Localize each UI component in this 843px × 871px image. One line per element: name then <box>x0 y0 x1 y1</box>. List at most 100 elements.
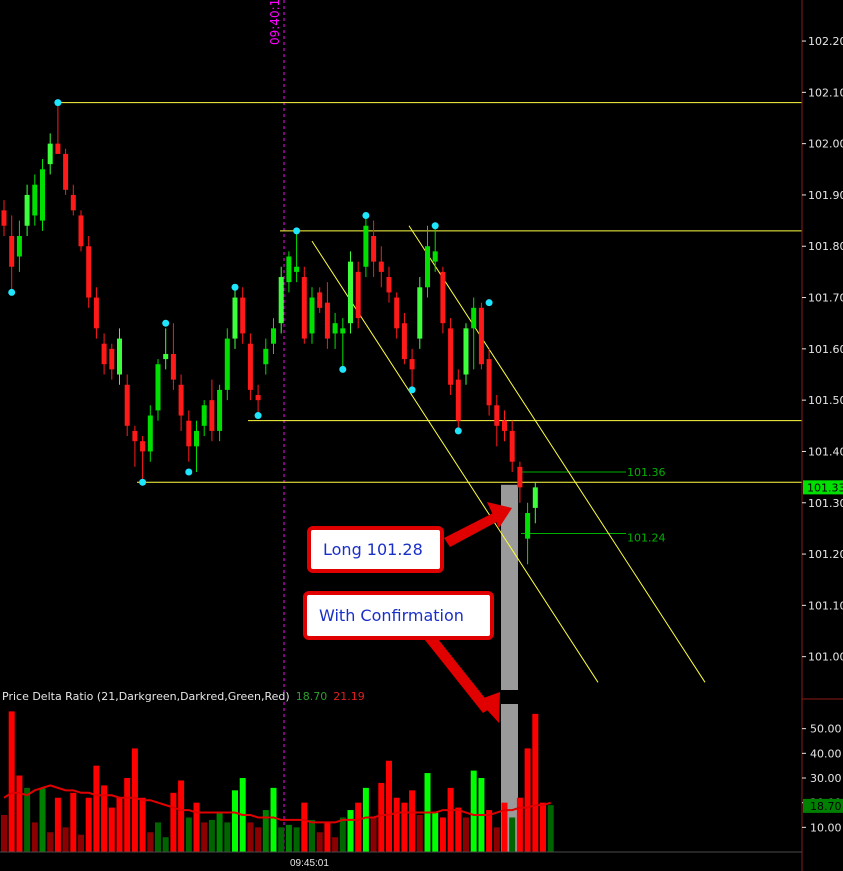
indicator-bar <box>39 787 46 852</box>
candle-body <box>186 420 192 447</box>
indicator-bar <box>24 787 31 852</box>
indicator-tick-label: 10.00 <box>810 821 842 834</box>
candle-body <box>140 441 146 452</box>
indicator-bar <box>455 807 462 852</box>
swing-point <box>293 227 301 235</box>
swing-point <box>54 99 62 107</box>
candle-body <box>70 194 76 211</box>
candle-body <box>394 297 400 329</box>
candle-body <box>132 430 138 442</box>
indicator-bar <box>516 797 523 852</box>
indicator-bar <box>47 832 54 852</box>
candle-body <box>286 256 292 283</box>
indicator-bar <box>332 837 339 852</box>
indicator-tick-label: 30.00 <box>810 772 842 785</box>
candle-body <box>417 287 423 339</box>
candle-body <box>16 235 22 257</box>
indicator-bar <box>216 812 223 852</box>
indicator-bar <box>540 802 546 852</box>
indicator-bar <box>278 827 285 852</box>
confirmation-callout-text: With Confirmation <box>319 606 464 625</box>
indicator-bar <box>532 713 539 852</box>
candle-body <box>525 513 531 539</box>
indicator-bar <box>301 802 308 852</box>
indicator-bar <box>486 810 493 852</box>
indicator-bar <box>393 797 400 852</box>
indicator-bar <box>247 822 254 852</box>
price-tick-label: 101.30 <box>808 497 843 510</box>
candle-body <box>363 225 369 267</box>
indicator-bar <box>70 792 77 852</box>
candle-body <box>471 307 477 329</box>
candle-body <box>124 384 130 426</box>
indicator-bar <box>124 778 131 852</box>
swing-point <box>339 365 347 373</box>
indicator-value-red: 21.19 <box>333 690 365 703</box>
current-price-label: 101.33 <box>807 481 843 494</box>
swing-point <box>162 319 170 327</box>
candle-body <box>440 271 446 324</box>
candle-body <box>517 466 523 488</box>
indicator-bar <box>201 822 208 852</box>
indicator-bar <box>139 797 146 852</box>
indicator-bar <box>108 807 115 852</box>
candle-body <box>401 323 407 360</box>
indicator-bar <box>78 834 84 852</box>
time-marker-label: 09:40:1 <box>268 0 282 45</box>
candle-body <box>371 235 377 262</box>
candle-body <box>178 384 184 416</box>
candle-body <box>78 215 84 247</box>
indicator-bar <box>547 805 554 852</box>
candle-body <box>9 235 15 267</box>
candle-body <box>101 343 107 365</box>
candle-body <box>163 353 169 360</box>
long-callout: Long 101.28 <box>307 526 444 573</box>
indicator-bar <box>116 797 123 852</box>
candle-body <box>332 323 338 334</box>
candle-body <box>1 210 7 226</box>
indicator-bar <box>416 815 423 852</box>
indicator-bar <box>401 802 408 852</box>
indicator-bar <box>355 802 362 852</box>
candle-body <box>86 246 92 298</box>
swing-point <box>431 222 439 230</box>
indicator-bar <box>147 832 154 852</box>
candle-body <box>232 297 238 339</box>
indicator-bar <box>185 817 192 852</box>
price-tick-label: 101.10 <box>808 599 843 612</box>
swing-point <box>454 427 462 435</box>
indicator-bar <box>62 827 69 852</box>
candle-body <box>209 400 215 431</box>
candle-body <box>24 194 30 226</box>
indicator-bar <box>378 782 385 852</box>
candle-body <box>486 359 492 406</box>
price-axis: 102.20 102.10 102.00 101.90 101.80 101.70 101.… <box>0 0 843 871</box>
price-tick-label: 101.20 <box>808 548 843 561</box>
indicator-bar <box>208 819 215 852</box>
candle-body <box>502 420 507 431</box>
horizontal-levels: 09:40:1 101.36 101.24 <box>59 0 802 852</box>
candle-body <box>263 348 269 365</box>
candle-body <box>63 153 69 190</box>
candle-body <box>32 184 38 216</box>
indicator-bar <box>224 822 231 852</box>
candle-body <box>55 143 61 154</box>
indicator-bar <box>155 822 161 852</box>
time-axis-label: 09:45:01 <box>290 858 329 869</box>
indicator-value-green: 18.70 <box>295 690 328 703</box>
candle-body <box>348 261 353 324</box>
indicator-bar <box>339 817 346 852</box>
indicator-bar <box>270 787 277 852</box>
indicator-bar <box>285 824 292 852</box>
candle-body <box>47 143 53 165</box>
candle-body <box>278 277 284 324</box>
price-chart: 09:40:1101.36101.24 102.20102.10102.0010… <box>0 0 843 871</box>
candle-body <box>409 359 415 370</box>
price-tick-label: 102.10 <box>808 86 843 99</box>
price-tick-label: 102.00 <box>808 138 843 151</box>
candle-body <box>147 415 153 452</box>
candle-body <box>201 405 207 426</box>
long-callout-text: Long 101.28 <box>323 540 423 559</box>
swing-point <box>254 412 262 420</box>
candle-body <box>255 395 261 401</box>
